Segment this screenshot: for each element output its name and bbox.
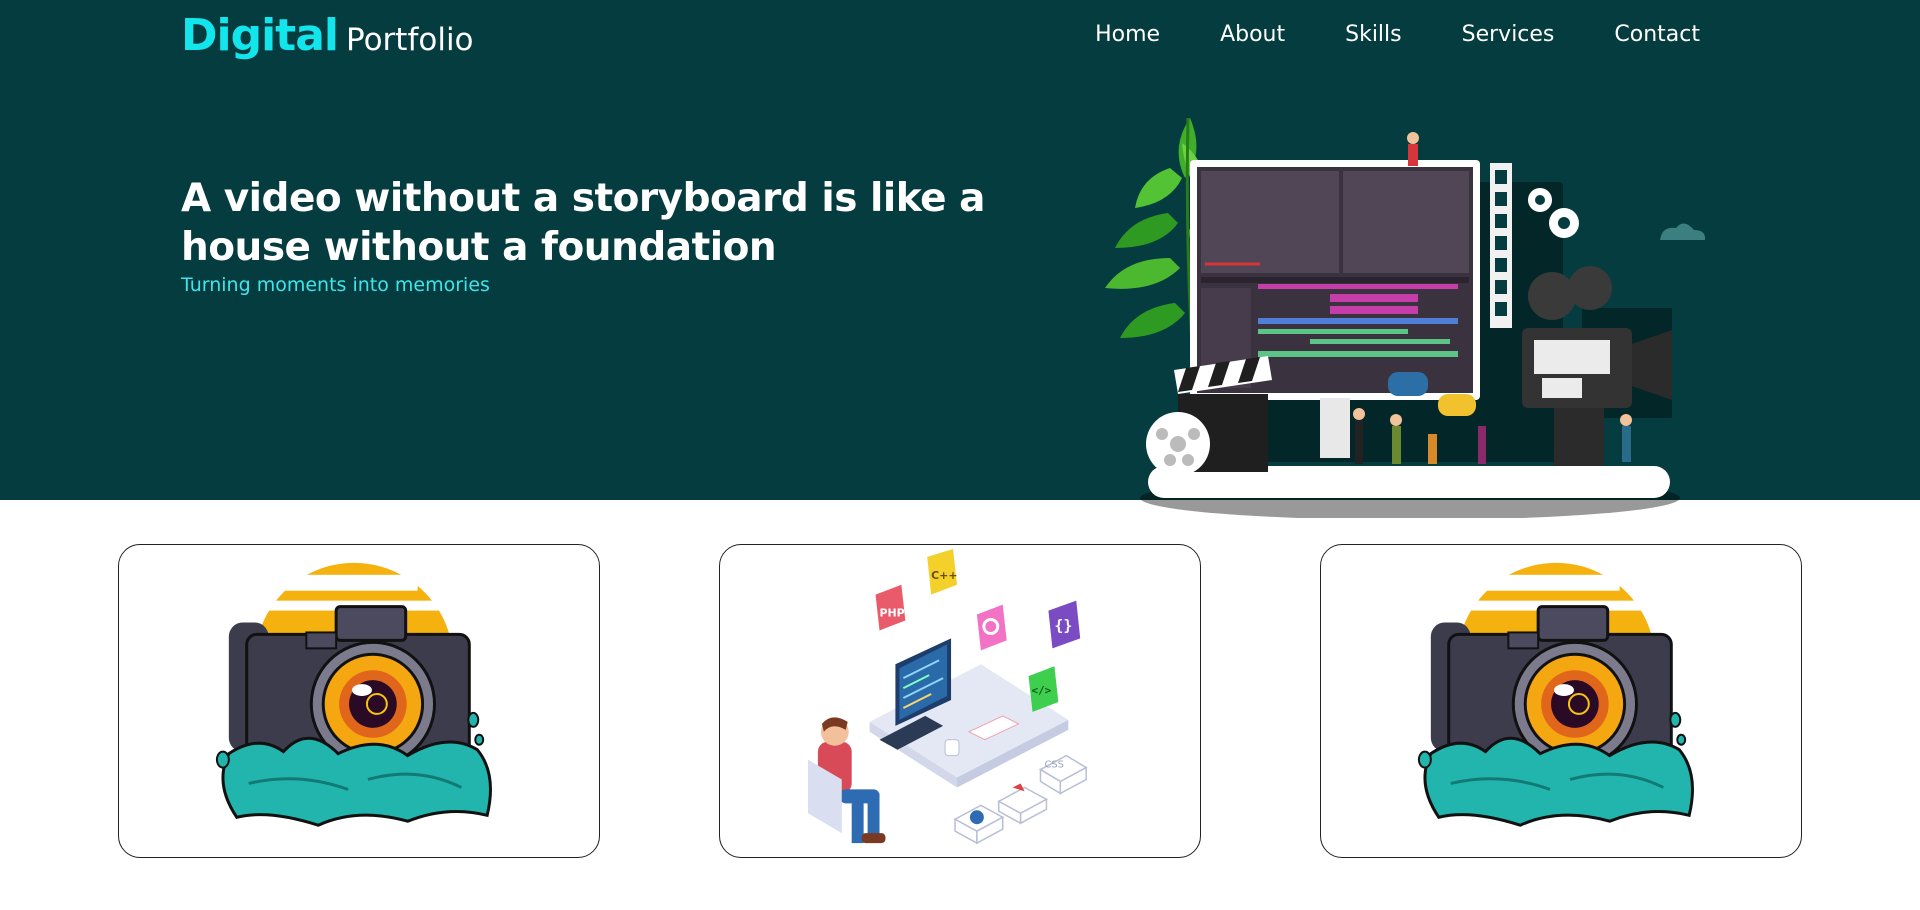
nav-contact[interactable]: Contact — [1614, 22, 1700, 47]
logo-bold-text: Digital — [181, 10, 339, 61]
php-badge: PHP — [875, 584, 906, 631]
site-logo[interactable]: Digital Portfolio — [181, 10, 474, 61]
logo-light-text: Portfolio — [346, 22, 474, 58]
nav-about[interactable]: About — [1220, 22, 1285, 47]
svg-text:C++: C++ — [931, 569, 957, 582]
svg-text:PHP: PHP — [880, 607, 905, 620]
camera-splash-illustration — [1417, 562, 1694, 827]
code-badge: </> — [1028, 666, 1059, 712]
hero-tagline: Turning moments into memories — [181, 274, 490, 296]
hero-headline: A video without a storyboard is like a h… — [181, 176, 985, 270]
svg-text:CSS: CSS — [1044, 760, 1064, 771]
svg-text:{}: {} — [1054, 616, 1072, 634]
portfolio-card-2[interactable]: PHP C++ {} </> CSS — [719, 544, 1201, 858]
cloud-icon — [1660, 223, 1706, 240]
cpp-badge: C++ — [927, 548, 957, 595]
search-badge — [976, 604, 1007, 651]
camera-splash-illustration — [215, 562, 492, 827]
video-production-illustration — [1105, 117, 1706, 518]
nav-services[interactable]: Services — [1462, 22, 1555, 47]
portfolio-card-1[interactable] — [118, 544, 600, 858]
portfolio-card-3[interactable] — [1320, 544, 1802, 858]
clapperboard — [1146, 356, 1272, 476]
nav-home[interactable]: Home — [1095, 22, 1160, 47]
svg-text:</>: </> — [1032, 684, 1052, 697]
main-nav: Home About Skills Services Contact — [1095, 22, 1700, 47]
braces-badge: {} — [1048, 600, 1081, 649]
developer-coding-illustration: PHP C++ {} </> CSS — [807, 548, 1088, 845]
nav-skills[interactable]: Skills — [1345, 22, 1402, 47]
